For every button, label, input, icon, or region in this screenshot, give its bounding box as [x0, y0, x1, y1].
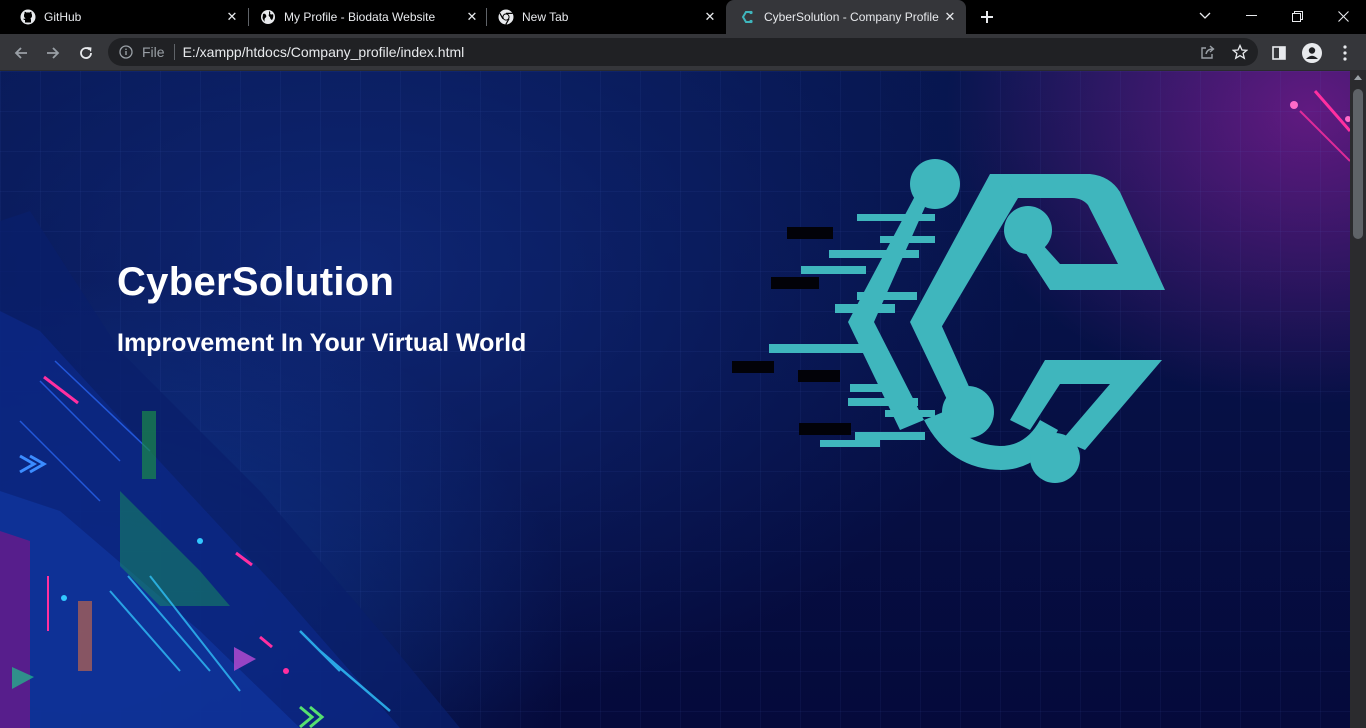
- cybersolution-logo: [732, 159, 1165, 483]
- page-scrollbar[interactable]: [1350, 71, 1366, 728]
- profile-avatar[interactable]: [1299, 40, 1325, 66]
- scroll-up-arrow-icon[interactable]: [1354, 75, 1362, 80]
- url-text[interactable]: E:/xampp/htdocs/Company_profile/index.ht…: [183, 44, 465, 60]
- address-divider: [173, 44, 175, 60]
- tab-cybersolution[interactable]: CyberSolution - Company Profile ✕: [726, 0, 966, 34]
- tab-new-tab[interactable]: New Tab ✕: [478, 0, 726, 34]
- browser-toolbar: File E:/xampp/htdocs/Company_profile/ind…: [0, 34, 1366, 71]
- tab-title: CyberSolution - Company Profile: [764, 10, 939, 24]
- company-name-heading: CyberSolution: [117, 260, 395, 304]
- tagline-heading: Improvement In Your Virtual World: [117, 329, 527, 357]
- tab-strip: GitHub ✕ My Profile - Biodata Website ✕ …: [0, 0, 1366, 34]
- restore-button[interactable]: [1274, 0, 1320, 32]
- close-window-button[interactable]: [1320, 0, 1366, 32]
- share-icon[interactable]: [1198, 42, 1218, 62]
- circuit-decoration: [0, 211, 460, 728]
- more-menu-icon[interactable]: [1332, 40, 1358, 66]
- scrollbar-thumb[interactable]: [1353, 89, 1363, 239]
- cybersolution-favicon: [740, 9, 756, 25]
- address-bar[interactable]: File E:/xampp/htdocs/Company_profile/ind…: [108, 38, 1258, 66]
- tab-title: GitHub: [44, 10, 82, 24]
- github-icon: [20, 9, 36, 25]
- bookmark-star-icon[interactable]: [1230, 42, 1250, 62]
- reload-button[interactable]: [73, 40, 99, 66]
- url-scheme: File: [142, 44, 165, 60]
- tab-my-profile[interactable]: My Profile - Biodata Website ✕: [240, 0, 488, 34]
- tab-title: New Tab: [522, 10, 569, 24]
- info-icon[interactable]: [118, 44, 134, 60]
- forward-button[interactable]: [40, 40, 66, 66]
- close-icon[interactable]: ✕: [700, 7, 720, 27]
- back-button[interactable]: [8, 40, 34, 66]
- tab-search-chevron-icon[interactable]: [1182, 0, 1228, 32]
- tab-github[interactable]: GitHub ✕: [0, 0, 248, 34]
- new-tab-button[interactable]: [976, 6, 998, 28]
- close-icon[interactable]: ✕: [940, 7, 960, 27]
- globe-icon: [260, 9, 276, 25]
- tab-title: My Profile - Biodata Website: [284, 10, 436, 24]
- side-panel-icon[interactable]: [1266, 40, 1292, 66]
- minimize-button[interactable]: [1228, 0, 1274, 32]
- chrome-icon: [498, 9, 514, 25]
- neon-accent-decoration: [1290, 90, 1350, 162]
- close-icon[interactable]: ✕: [222, 7, 242, 27]
- page-viewport: CyberSolution Improvement In Your Virtua…: [0, 71, 1350, 728]
